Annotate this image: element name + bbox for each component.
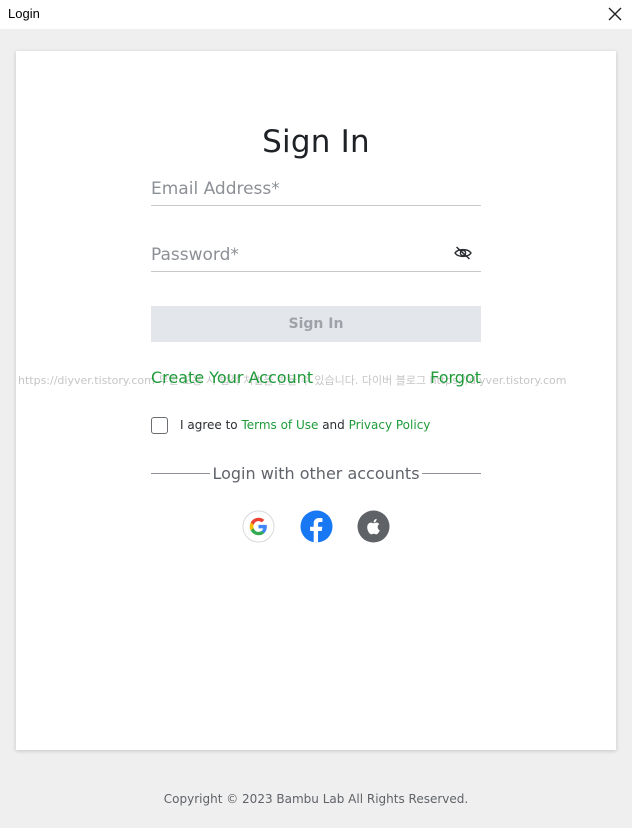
terms-of-use-link[interactable]: Terms of Use — [241, 418, 318, 432]
privacy-policy-link[interactable]: Privacy Policy — [349, 418, 431, 432]
password-input[interactable] — [151, 243, 451, 267]
copyright-footer: Copyright © 2023 Bambu Lab All Rights Re… — [163, 792, 469, 806]
terms-agreement: I agree to Terms of Use and Privacy Poli… — [180, 418, 430, 432]
facebook-icon[interactable] — [300, 510, 333, 543]
agree-prefix: I agree to — [180, 418, 242, 432]
email-input[interactable] — [151, 177, 451, 201]
divider-right — [422, 473, 481, 474]
window-titlebar: Login — [0, 0, 632, 29]
sign-in-button[interactable]: Sign In — [151, 306, 481, 342]
terms-checkbox[interactable] — [151, 417, 168, 434]
window-title: Login — [8, 6, 40, 21]
email-field[interactable] — [151, 177, 481, 206]
other-accounts-label: Login with other accounts — [212, 464, 420, 483]
apple-icon[interactable] — [357, 510, 390, 543]
page-title: Sign In — [262, 124, 370, 160]
password-field[interactable] — [151, 243, 481, 272]
watermark-text: https://diyver.tistory.com 무단 도용 시 법적 처벌… — [18, 374, 567, 387]
agree-and: and — [318, 418, 349, 432]
google-icon[interactable] — [242, 510, 275, 543]
create-account-link[interactable]: Create Your Account — [151, 368, 313, 387]
forgot-password-link[interactable]: Forgot — [430, 368, 481, 387]
eye-slash-icon[interactable] — [453, 245, 473, 261]
close-icon[interactable] — [606, 5, 624, 23]
